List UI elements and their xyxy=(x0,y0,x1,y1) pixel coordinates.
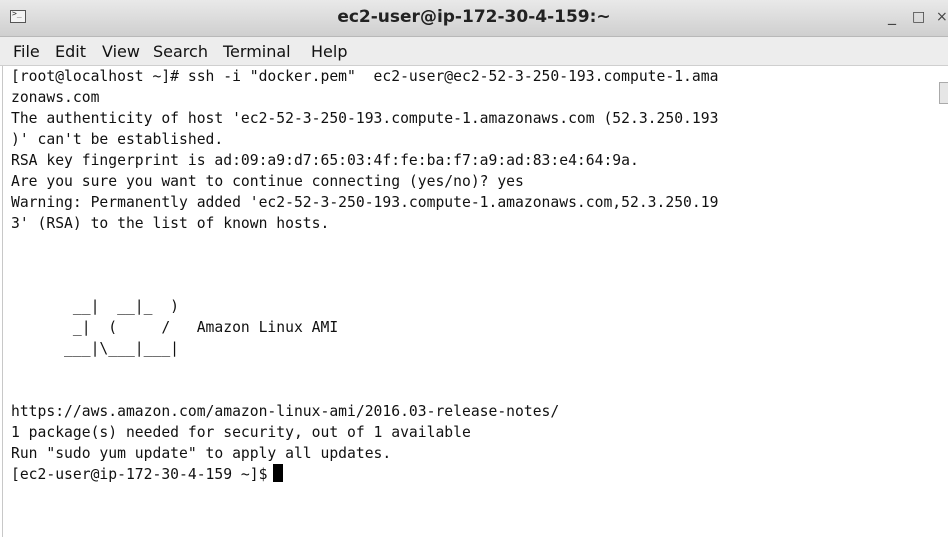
terminal-line: The authenticity of host 'ec2-52-3-250-1… xyxy=(11,110,719,127)
terminal-line: 3' (RSA) to the list of known hosts. xyxy=(11,215,330,232)
menu-search[interactable]: Search xyxy=(153,42,208,61)
ascii-art-line: _| ( / Amazon Linux AMI xyxy=(11,319,339,336)
terminal-line: zonaws.com xyxy=(11,89,100,106)
menu-file[interactable]: File xyxy=(13,42,40,61)
window-title: ec2-user@ip-172-30-4-159:~ xyxy=(337,7,611,27)
ascii-art-line: __| __|_ ) xyxy=(11,298,180,315)
maximize-button[interactable]: □ xyxy=(912,9,925,25)
minimize-button[interactable]: _ xyxy=(888,6,896,25)
terminal-line: https://aws.amazon.com/amazon-linux-ami/… xyxy=(11,403,560,420)
terminal-line: 1 package(s) needed for security, out of… xyxy=(11,424,471,441)
title-bar[interactable]: >_ ec2-user@ip-172-30-4-159:~ _ □ × xyxy=(0,0,948,37)
terminal-window: >_ ec2-user@ip-172-30-4-159:~ _ □ × File… xyxy=(0,0,948,537)
menu-help[interactable]: Help xyxy=(311,42,347,61)
ascii-art-line: ___|\___|___| xyxy=(11,340,180,357)
menu-bar: File Edit View Search Terminal Help xyxy=(0,37,948,66)
menu-terminal[interactable]: Terminal xyxy=(223,42,291,61)
text-cursor xyxy=(273,464,284,482)
terminal-line: Warning: Permanently added 'ec2-52-3-250… xyxy=(11,194,719,211)
terminal-line: Are you sure you want to continue connec… xyxy=(11,173,524,190)
terminal-output[interactable]: [root@localhost ~]# ssh -i "docker.pem" … xyxy=(2,66,943,537)
shell-prompt: [ec2-user@ip-172-30-4-159 ~]$ xyxy=(11,466,268,483)
scrollbar-thumb[interactable] xyxy=(939,82,948,104)
shell-prompt-line[interactable]: [ec2-user@ip-172-30-4-159 ~]$ xyxy=(11,464,284,485)
terminal-line: Run "sudo yum update" to apply all updat… xyxy=(11,445,392,462)
close-button[interactable]: × xyxy=(936,9,948,25)
menu-edit[interactable]: Edit xyxy=(55,42,86,61)
menu-view[interactable]: View xyxy=(102,42,140,61)
terminal-line: [root@localhost ~]# ssh -i "docker.pem" … xyxy=(11,68,719,85)
terminal-line: )' can't be established. xyxy=(11,131,224,148)
terminal-line: RSA key fingerprint is ad:09:a9:d7:65:03… xyxy=(11,152,639,169)
